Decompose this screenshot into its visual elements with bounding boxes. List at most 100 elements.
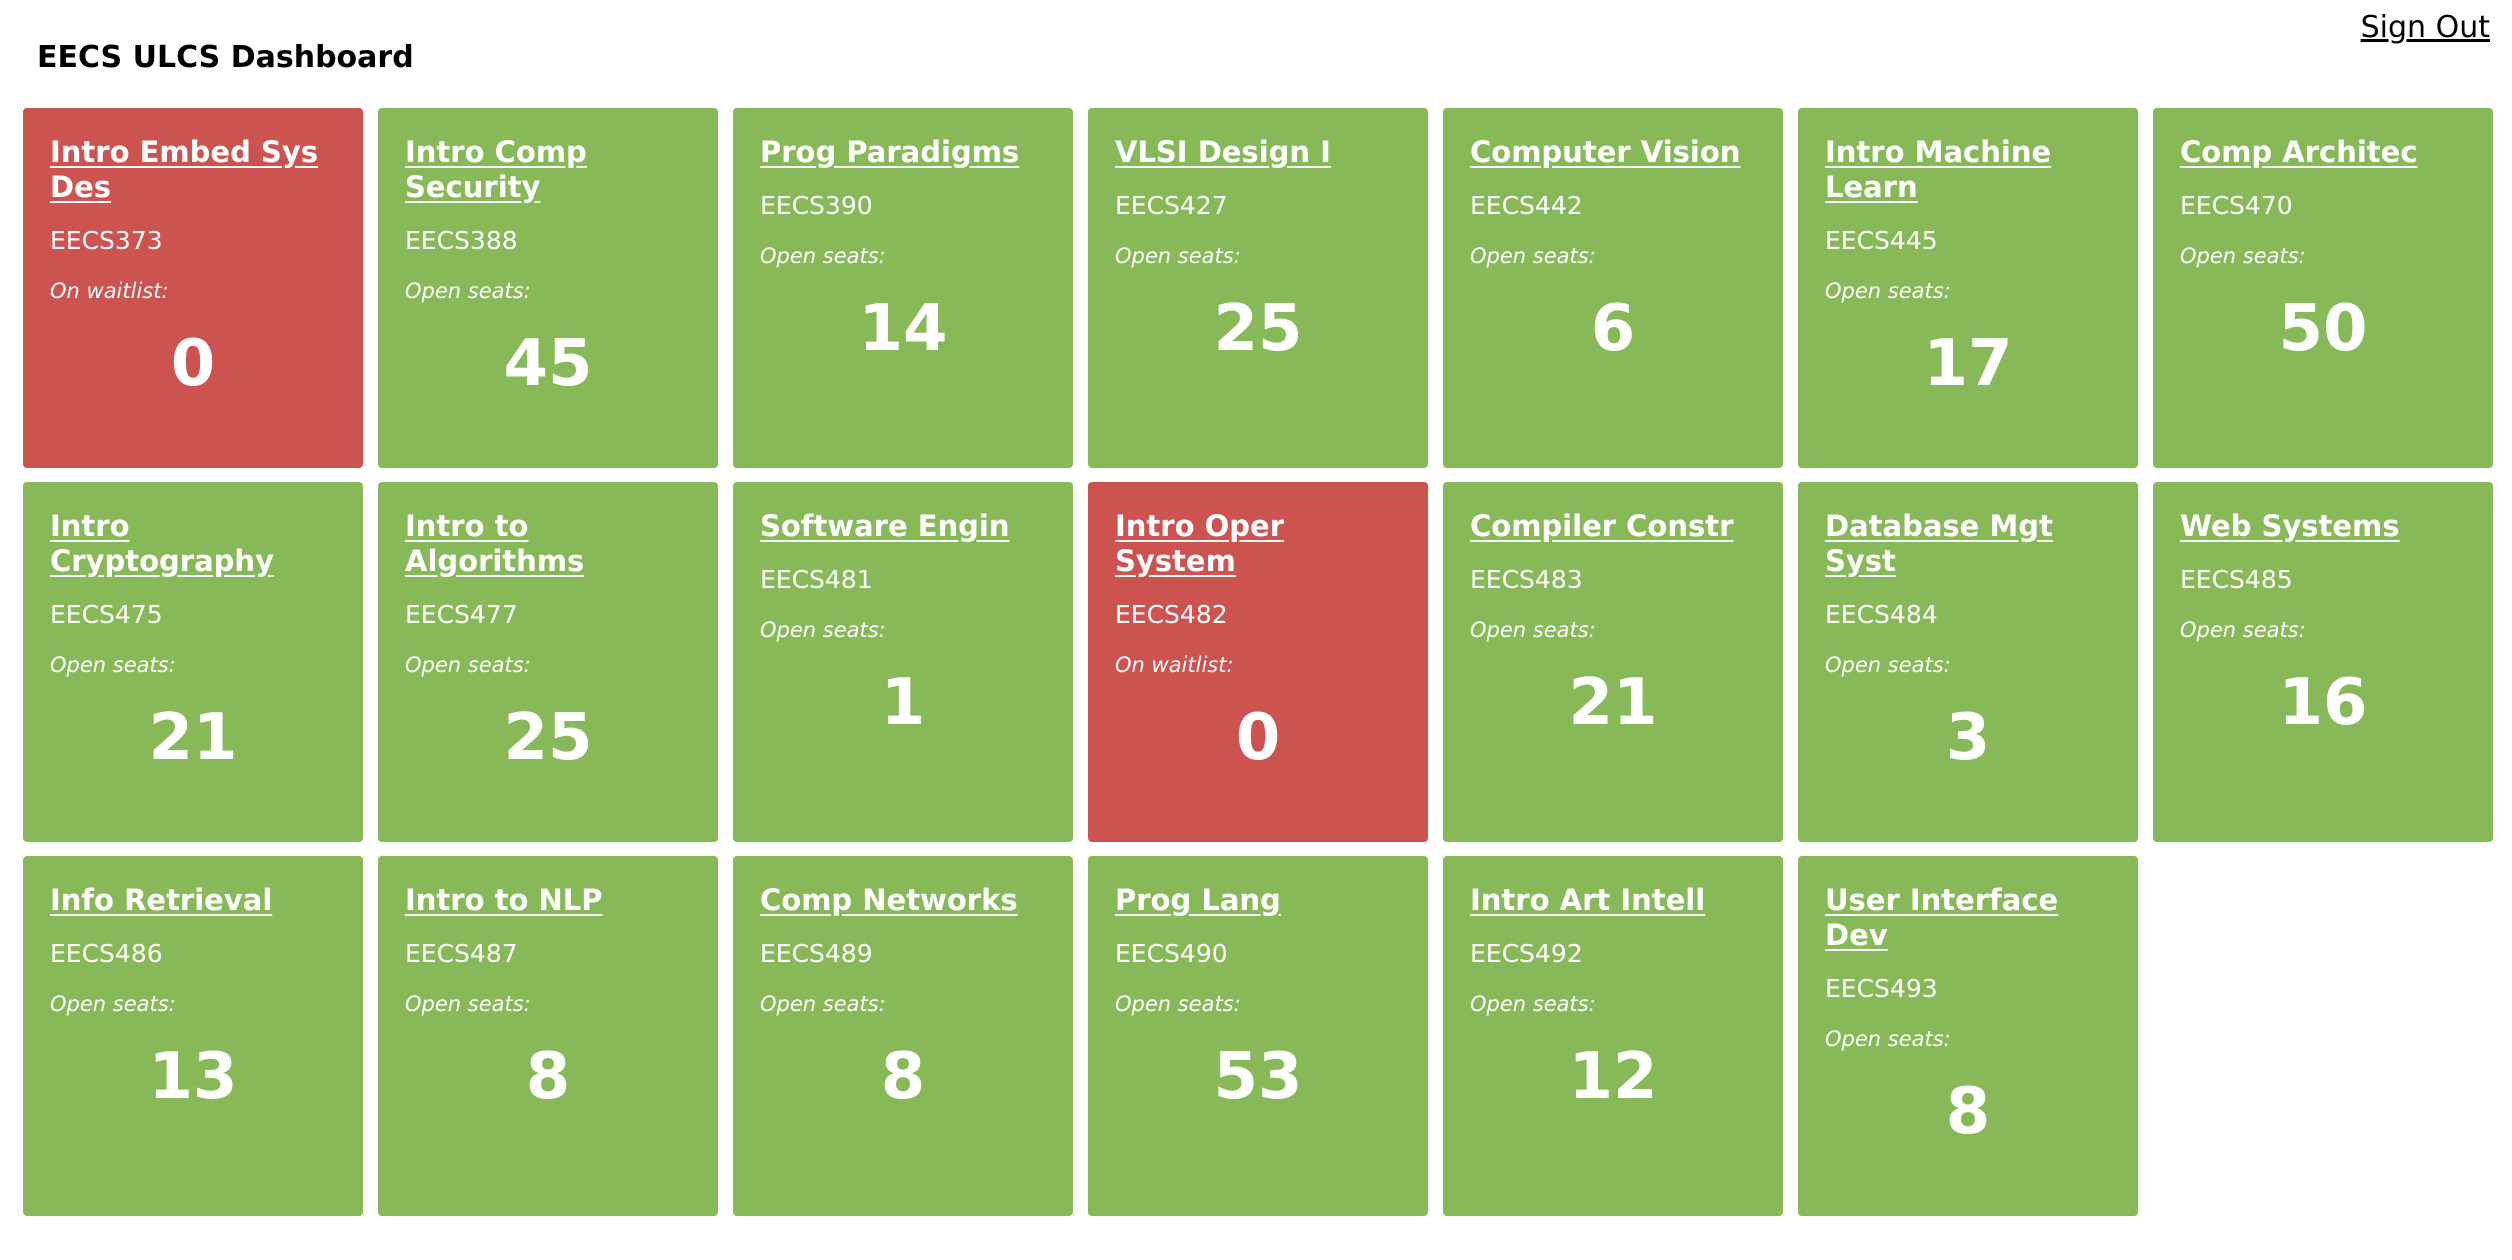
course-title-link[interactable]: Intro Comp Security [405,135,691,205]
course-code: EECS492 [1470,939,1583,968]
course-card: Comp Networks EECS489 Open seats: 8 [733,856,1073,1216]
course-card: Intro Comp Security EECS388 Open seats: 45 [378,108,718,468]
course-card: Web Systems EECS485 Open seats: 16 [2153,482,2493,842]
seat-status-label: Open seats: [760,992,886,1016]
seat-status-label: Open seats: [2180,244,2306,268]
course-card: Database Mgt Syst EECS484 Open seats: 3 [1798,482,2138,842]
course-code: EECS475 [50,600,163,629]
seat-count: 8 [1945,1075,1991,1149]
seat-status-label: Open seats: [1825,1027,1951,1051]
course-card: Intro Machine Learn EECS445 Open seats: 17 [1798,108,2138,468]
course-title-link[interactable]: Info Retrieval [50,883,336,918]
page-title: EECS ULCS Dashboard [37,40,414,75]
seat-count: 1 [880,666,926,740]
course-code: EECS486 [50,939,163,968]
course-code: EECS493 [1825,974,1938,1003]
course-card: Comp Architec EECS470 Open seats: 50 [2153,108,2493,468]
seat-status-label: Open seats: [405,653,531,677]
seat-count: 16 [2278,666,2368,740]
course-title-link[interactable]: Intro to Algorithms [405,509,691,579]
course-title-link[interactable]: VLSI Design I [1115,135,1401,170]
seat-status-label: Open seats: [2180,618,2306,642]
seat-count: 21 [148,701,238,775]
seat-count: 6 [1590,292,1636,366]
course-code: EECS482 [1115,600,1228,629]
seat-status-label: Open seats: [1470,244,1596,268]
seat-count: 0 [1235,701,1281,775]
course-title-link[interactable]: Intro Machine Learn [1825,135,2111,205]
seat-count: 25 [1213,292,1303,366]
course-code: EECS490 [1115,939,1228,968]
course-grid: Intro Embed Sys Des EECS373 On waitlist: 0 I… [23,108,2493,1216]
course-card: Compiler Constr EECS483 Open seats: 21 [1443,482,1783,842]
course-code: EECS390 [760,191,873,220]
course-title-link[interactable]: Compiler Constr [1470,509,1756,544]
seat-count: 13 [148,1040,238,1114]
course-title-link[interactable]: Intro Embed Sys Des [50,135,336,205]
course-code: EECS485 [2180,565,2293,594]
course-code: EECS470 [2180,191,2293,220]
course-title-link[interactable]: Intro Oper System [1115,509,1401,579]
course-title-link[interactable]: Prog Lang [1115,883,1401,918]
course-code: EECS481 [760,565,873,594]
course-title-link[interactable]: Software Engin [760,509,1046,544]
seat-status-label: Open seats: [760,244,886,268]
seat-status-label: Open seats: [1470,618,1596,642]
course-card: User Interface Dev EECS493 Open seats: 8 [1798,856,2138,1216]
seat-status-label: Open seats: [1825,653,1951,677]
course-card: VLSI Design I EECS427 Open seats: 25 [1088,108,1428,468]
seat-count: 45 [503,327,593,401]
course-card: Intro Art Intell EECS492 Open seats: 12 [1443,856,1783,1216]
course-code: EECS489 [760,939,873,968]
seat-status-label: Open seats: [405,279,531,303]
seat-count: 14 [858,292,948,366]
course-card: Intro Embed Sys Des EECS373 On waitlist: 0 [23,108,363,468]
course-card: Info Retrieval EECS486 Open seats: 13 [23,856,363,1216]
seat-status-label: Open seats: [1115,244,1241,268]
seat-count: 17 [1923,327,2013,401]
seat-count: 21 [1568,666,1658,740]
seat-count: 8 [880,1040,926,1114]
seat-status-label: On waitlist: [50,279,169,303]
course-code: EECS477 [405,600,518,629]
course-code: EECS445 [1825,226,1938,255]
seat-count: 8 [525,1040,571,1114]
seat-count: 50 [2278,292,2368,366]
seat-count: 3 [1945,701,1991,775]
course-code: EECS484 [1825,600,1938,629]
course-code: EECS487 [405,939,518,968]
course-title-link[interactable]: Comp Networks [760,883,1046,918]
course-title-link[interactable]: Web Systems [2180,509,2466,544]
course-code: EECS483 [1470,565,1583,594]
seat-count: 0 [170,327,216,401]
seat-status-label: Open seats: [1470,992,1596,1016]
course-card: Intro Oper System EECS482 On waitlist: 0 [1088,482,1428,842]
course-title-link[interactable]: Intro to NLP [405,883,691,918]
course-title-link[interactable]: User Interface Dev [1825,883,2111,953]
course-card: Computer Vision EECS442 Open seats: 6 [1443,108,1783,468]
sign-out-link[interactable]: Sign Out [2361,10,2490,45]
course-card: Intro to Algorithms EECS477 Open seats: 25 [378,482,718,842]
seat-status-label: Open seats: [760,618,886,642]
course-title-link[interactable]: Prog Paradigms [760,135,1046,170]
course-code: EECS427 [1115,191,1228,220]
seat-status-label: Open seats: [50,992,176,1016]
seat-status-label: Open seats: [405,992,531,1016]
seat-count: 12 [1568,1040,1658,1114]
seat-status-label: On waitlist: [1115,653,1234,677]
course-title-link[interactable]: Intro Cryptography [50,509,336,579]
course-card: Intro to NLP EECS487 Open seats: 8 [378,856,718,1216]
seat-status-label: Open seats: [50,653,176,677]
course-card: Software Engin EECS481 Open seats: 1 [733,482,1073,842]
seat-count: 25 [503,701,593,775]
course-card: Intro Cryptography EECS475 Open seats: 21 [23,482,363,842]
course-title-link[interactable]: Computer Vision [1470,135,1756,170]
course-title-link[interactable]: Database Mgt Syst [1825,509,2111,579]
seat-status-label: Open seats: [1115,992,1241,1016]
seat-status-label: Open seats: [1825,279,1951,303]
course-code: EECS373 [50,226,163,255]
course-title-link[interactable]: Intro Art Intell [1470,883,1756,918]
course-code: EECS388 [405,226,518,255]
course-code: EECS442 [1470,191,1583,220]
course-title-link[interactable]: Comp Architec [2180,135,2466,170]
